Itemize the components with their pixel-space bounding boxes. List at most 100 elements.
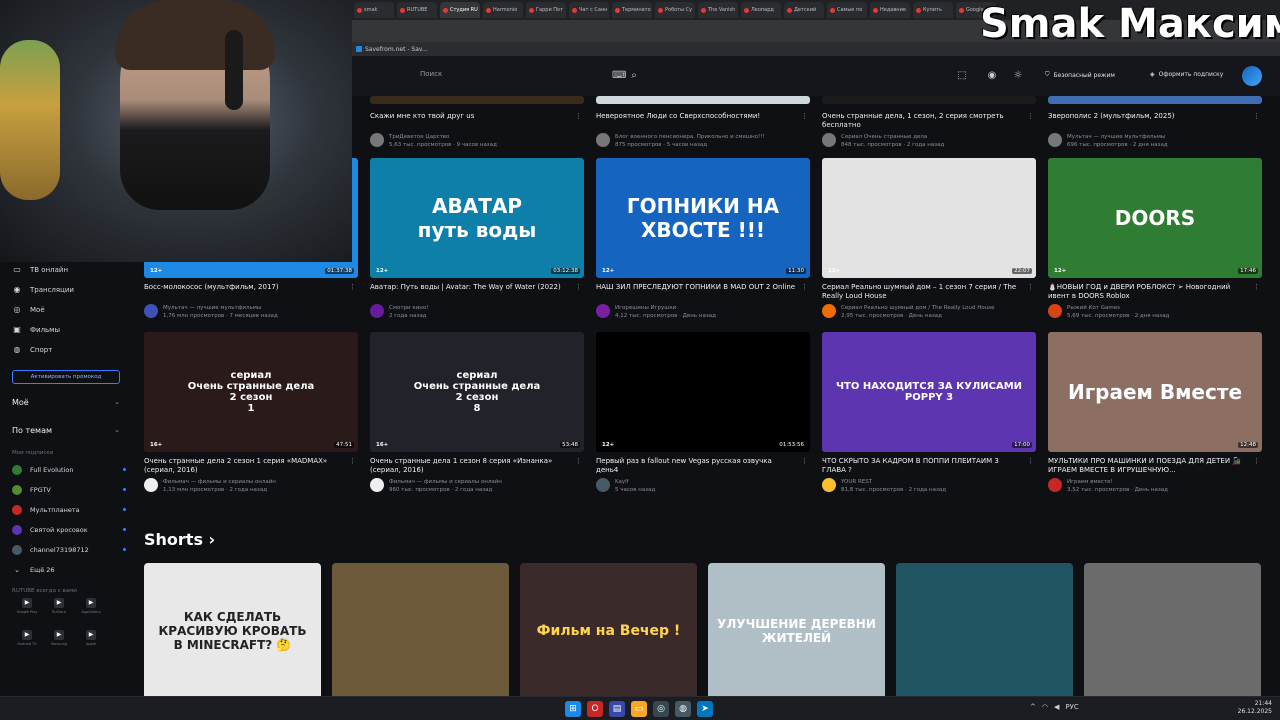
notifications-icon[interactable]: ◉ [986,70,998,82]
video-card[interactable]: АВАТАР путь воды 12+ 03:12:38 Аватар: Путь … [370,158,584,320]
short-video[interactable] [332,563,509,696]
video-card[interactable]: сериал Очень странные дела 2 сезон 8 16+ 5… [370,332,584,494]
video-thumbnail[interactable]: 12+ 22:07 [822,158,1036,278]
channel-name[interactable]: Мультач — лучшие мультфильмы [1067,133,1168,141]
language-indicator[interactable]: РУС [1065,703,1078,711]
video-title[interactable]: Зверополис 2 (мультфильм, 2025) ⋮ [1048,112,1262,130]
app-store-link[interactable]: ▶ AppGallery [80,598,102,620]
browser-tab[interactable]: Роботы Су [655,2,695,18]
short-video[interactable] [896,563,1073,696]
video-thumbnail[interactable]: сериал Очень странные дела 2 сезон 8 16+ 5… [370,332,584,452]
more-options-icon[interactable]: ⋮ [1027,457,1034,466]
channel-avatar[interactable] [596,133,610,147]
video-card[interactable]: DOORS 12+ 17:46 ⛄НОВЫЙ ГОД и ДВЕРИ РОБЛОКС?… [1048,158,1262,320]
more-options-icon[interactable]: ⋮ [1253,457,1260,466]
video-thumbnail[interactable] [370,96,584,104]
video-thumbnail[interactable] [1048,96,1262,104]
video-card[interactable]: 12+ 01:53:56 Первый раз в fallout new Vega… [596,332,810,494]
shorts-heading[interactable]: Shorts › [144,530,215,549]
app-store-link[interactable]: ▶ RuStore [48,598,70,620]
browser-tab[interactable]: The Vanish [698,2,738,18]
short-video[interactable]: Фильм на Вечер ! [520,563,697,696]
video-thumbnail[interactable]: 12+ 01:53:56 [596,332,810,452]
steam-icon[interactable]: ◎ [653,701,669,717]
channel-name[interactable]: Мультач — лучшие мультфильмы [163,304,278,312]
app-store-link[interactable]: ▶ Google Play [16,598,38,620]
browser-tab[interactable]: RUTUBE [397,2,437,18]
channel-avatar[interactable] [144,304,158,318]
channel-avatar[interactable] [1048,304,1062,318]
video-card[interactable]: Зверополис 2 (мультфильм, 2025) ⋮ Мультач … [1048,96,1262,149]
browser-tab[interactable]: Недавние [870,2,910,18]
subscription-item[interactable]: Full Evolution [0,460,132,480]
search-icon[interactable]: ⌕ [628,70,640,82]
video-card[interactable]: ГОПНИКИ НА ХВОСТЕ !!! 12+ 11:30 НАШ ЗИЛ ПРЕ… [596,158,810,320]
browser-tab[interactable]: Самые по [827,2,867,18]
channel-avatar[interactable] [370,133,384,147]
sidebar-item[interactable]: ◍ Спорт [0,340,132,360]
short-video[interactable]: КАК СДЕЛАТЬ КРАСИВУЮ КРОВАТЬ В MINECRAFT… [144,563,321,696]
video-title[interactable]: Сериал Реально шумный дом – 1 сезон 7 се… [822,283,1036,301]
video-thumbnail[interactable]: сериал Очень странные дела 2 сезон 1 16+ 4… [144,332,358,452]
start-icon[interactable]: ⊞ [565,701,581,717]
channel-name[interactable]: Рыжий Кот Games [1067,304,1169,312]
tray-chevron-icon[interactable]: ^ [1030,703,1036,711]
channel-avatar[interactable] [596,478,610,492]
channel-avatar[interactable] [370,478,384,492]
sidebar-item[interactable]: ◎ Моё [0,300,132,320]
channel-name[interactable]: Смотри кино! [389,304,428,312]
channel-avatar[interactable] [822,133,836,147]
subscription-item[interactable]: FPGTV [0,480,132,500]
video-thumbnail[interactable]: ЧТО НАХОДИТСЯ ЗА КУЛИСАМИ POPPY 3 17:00 [822,332,1036,452]
video-title[interactable]: Очень странные дела, 1 сезон, 2 серия см… [822,112,1036,130]
browser-tab[interactable]: smak [354,2,394,18]
theme-icon[interactable]: ☼ [1012,70,1024,82]
channel-name[interactable]: Сериал Реально шумный дом / The Really L… [841,304,994,312]
bookmark-item[interactable]: Savefrom.net - Sav... [356,46,428,53]
more-options-icon[interactable]: ⋮ [801,283,808,292]
video-title[interactable]: НАШ ЗИЛ ПРЕСЛЕДУЮТ ГОПНИКИ В MAD OUT 2 O… [596,283,810,301]
browser-tab[interactable]: Чат с Санн [569,2,609,18]
video-thumbnail[interactable]: Играем Вместе 12:48 [1048,332,1262,452]
clock[interactable]: 21:44 26.12.2025 [1238,700,1272,716]
video-title[interactable]: Невероятное Люди со Сверхспособностями! ⋮ [596,112,810,130]
browser-tab[interactable]: Леопард [741,2,781,18]
more-options-icon[interactable]: ⋮ [349,457,356,466]
obs-icon[interactable]: ◍ [675,701,691,717]
channel-avatar[interactable] [144,478,158,492]
more-options-icon[interactable]: ⋮ [575,112,582,121]
user-avatar[interactable] [1242,66,1262,86]
opera-icon[interactable]: O [587,701,603,717]
video-thumbnail[interactable]: DOORS 12+ 17:46 [1048,158,1262,278]
video-card[interactable]: Скажи мне кто твой друг us ⋮ ТриДеветое Ца… [370,96,584,149]
upload-icon[interactable]: ⬚ [956,70,968,82]
app-store-link[interactable]: ▶ Android TV [16,630,38,652]
keyboard-icon[interactable]: ⌨ [612,70,626,82]
channel-name[interactable]: Блог военного пенсионера. Прикольно и см… [615,133,765,141]
more-options-icon[interactable]: ⋮ [575,457,582,466]
subscription-item[interactable]: Мультпланета [0,500,132,520]
browser-tab[interactable]: Купить [913,2,953,18]
search-input[interactable]: Поиск [420,70,442,78]
browser-tab[interactable]: Гарри Пот [526,2,566,18]
channel-avatar[interactable] [1048,478,1062,492]
channel-name[interactable]: Kaylf [615,478,655,486]
short-video[interactable]: УЛУЧШЕНИЕ ДЕРЕВНИ ЖИТЕЛЕЙ [708,563,885,696]
app-store-link[interactable]: ▶ Apple [80,630,102,652]
more-options-icon[interactable]: ⋮ [801,112,808,121]
video-title[interactable]: Скажи мне кто твой друг us ⋮ [370,112,584,130]
more-options-icon[interactable]: ⋮ [1253,112,1260,121]
sidebar-item[interactable]: ▣ Фильмы [0,320,132,340]
subscribe-button[interactable]: ◈ Оформить подписку [1150,71,1223,78]
channel-name[interactable]: ТриДеветое Царство [389,133,497,141]
video-thumbnail[interactable] [596,96,810,104]
video-title[interactable]: Очень странные дела 2 сезон 1 серия «MAD… [144,457,358,475]
safe-mode-toggle[interactable]: ⛉ Безопасный режим [1045,71,1115,79]
channel-avatar[interactable] [370,304,384,318]
video-card[interactable]: Очень странные дела, 1 сезон, 2 серия см… [822,96,1036,149]
subscription-item[interactable]: channel73198712 [0,540,132,560]
short-video[interactable] [1084,563,1261,696]
more-options-icon[interactable]: ⋮ [1253,283,1260,292]
channel-name[interactable]: Игорешины Игрушки [615,304,716,312]
video-title[interactable]: Очень странные дела 1 сезон 8 серия «Изн… [370,457,584,475]
